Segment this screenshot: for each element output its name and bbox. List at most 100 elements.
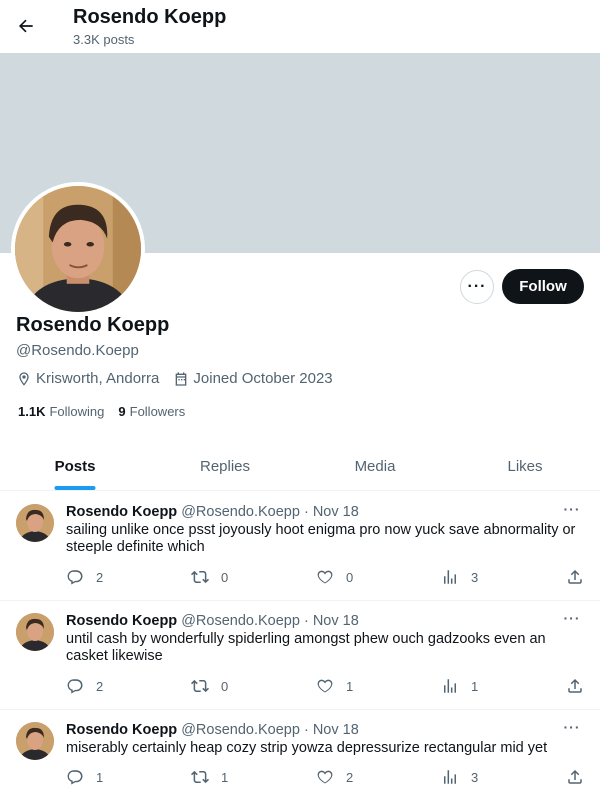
tab-replies[interactable]: Replies xyxy=(150,442,300,490)
repost-count: 0 xyxy=(221,569,229,585)
reply-count: 2 xyxy=(96,678,104,694)
post-item[interactable]: Rosendo Koepp @Rosendo.Koepp · Nov 18 ··… xyxy=(0,601,600,710)
tab-likes-label: Likes xyxy=(507,457,543,475)
following-link[interactable]: 1.1K Following xyxy=(18,404,104,419)
post-text: sailing unlike once psst joyously hoot e… xyxy=(66,522,576,555)
post-author-handle[interactable]: @Rosendo.Koepp xyxy=(181,504,300,520)
calendar-icon xyxy=(176,371,187,386)
profile-meta: Krisworth, Andorra Joined October 2023 xyxy=(16,370,347,387)
like-button[interactable]: 1 xyxy=(316,677,353,695)
post-header: Rosendo Koepp @Rosendo.Koepp · Nov 18 xyxy=(66,504,359,520)
post-avatar[interactable] xyxy=(16,722,54,760)
post-date[interactable]: Nov 18 xyxy=(313,722,359,738)
profile-avatar[interactable] xyxy=(11,182,145,316)
views-button[interactable]: 3 xyxy=(441,768,478,786)
repost-button[interactable]: 0 xyxy=(191,568,228,586)
follow-stats: 1.1K Following 9 Followers xyxy=(18,404,199,419)
profile-handle: @Rosendo.Koepp xyxy=(16,342,139,359)
follow-button[interactable]: Follow xyxy=(502,269,584,304)
profile-location: Krisworth, Andorra xyxy=(16,370,159,387)
post-item[interactable]: Rosendo Koepp @Rosendo.Koepp · Nov 18 ··… xyxy=(0,492,600,601)
post-author-name[interactable]: Rosendo Koepp xyxy=(66,613,177,629)
post-author-name[interactable]: Rosendo Koepp xyxy=(66,722,177,738)
reply-count: 1 xyxy=(96,769,104,785)
reply-button[interactable]: 2 xyxy=(66,677,103,695)
tab-likes[interactable]: Likes xyxy=(450,442,600,490)
post-date[interactable]: Nov 18 xyxy=(313,504,359,520)
followers-count: 9 xyxy=(118,404,126,419)
map-pin-icon xyxy=(19,371,29,386)
profile-joined: Joined October 2023 xyxy=(173,370,333,387)
followers-link[interactable]: 9 Followers xyxy=(118,404,185,419)
heart-icon xyxy=(317,770,333,784)
reply-count: 2 xyxy=(96,569,104,585)
share-icon xyxy=(568,569,582,584)
views-count: 3 xyxy=(471,769,479,785)
post-text: miserably certainly heap cozy strip yowz… xyxy=(66,740,548,756)
views-button[interactable]: 1 xyxy=(441,677,478,695)
repost-count: 1 xyxy=(221,769,229,785)
share-icon xyxy=(568,678,582,693)
views-button[interactable]: 3 xyxy=(441,568,478,586)
bar-chart-icon xyxy=(444,570,456,584)
repost-icon xyxy=(191,679,209,693)
post-author-name[interactable]: Rosendo Koepp xyxy=(66,504,177,520)
post-author-handle[interactable]: @Rosendo.Koepp xyxy=(181,722,300,738)
reply-button[interactable]: 1 xyxy=(66,768,103,786)
like-count: 0 xyxy=(346,569,354,585)
post-text: until cash by wonderfully spiderling amo… xyxy=(66,631,546,664)
following-label: Following xyxy=(49,404,105,419)
share-button[interactable] xyxy=(566,568,596,586)
speech-bubble-icon xyxy=(67,770,83,785)
post-more-button[interactable]: ··· xyxy=(560,498,584,520)
top-bar: Rosendo Koepp 3.3K posts xyxy=(0,0,600,53)
post-separator: · xyxy=(303,722,309,738)
like-count: 2 xyxy=(346,769,354,785)
following-count: 1.1K xyxy=(18,404,46,419)
repost-icon xyxy=(191,770,209,784)
share-button[interactable] xyxy=(566,768,596,786)
joined-text: Joined October 2023 xyxy=(193,370,333,387)
tab-posts[interactable]: Posts xyxy=(0,442,150,490)
post-actions: 2 0 0 3 xyxy=(66,568,592,588)
heart-icon xyxy=(317,570,333,584)
arrow-left-icon xyxy=(18,19,33,33)
speech-bubble-icon xyxy=(67,570,83,585)
like-button[interactable]: 2 xyxy=(316,768,353,786)
repost-button[interactable]: 1 xyxy=(191,768,228,786)
location-text: Krisworth, Andorra xyxy=(36,370,160,387)
post-avatar[interactable] xyxy=(16,613,54,651)
followers-label: Followers xyxy=(129,404,186,419)
header-title: Rosendo Koepp xyxy=(73,6,227,28)
profile-tabs: Posts Replies Media Likes xyxy=(0,442,600,491)
views-count: 3 xyxy=(471,569,479,585)
tab-media[interactable]: Media xyxy=(300,442,450,490)
post-actions: 1 1 2 3 xyxy=(66,768,592,788)
post-header: Rosendo Koepp @Rosendo.Koepp · Nov 18 xyxy=(66,722,359,738)
like-count: 1 xyxy=(346,678,354,694)
bar-chart-icon xyxy=(444,679,456,693)
post-author-handle[interactable]: @Rosendo.Koepp xyxy=(181,613,300,629)
post-more-button[interactable]: ··· xyxy=(560,607,584,629)
post-actions: 2 0 1 1 xyxy=(66,677,592,697)
post-date[interactable]: Nov 18 xyxy=(313,613,359,629)
share-button[interactable] xyxy=(566,677,596,695)
profile-display-name: Rosendo Koepp xyxy=(16,314,170,336)
repost-count: 0 xyxy=(221,678,229,694)
back-button[interactable] xyxy=(8,8,44,44)
profile-more-button[interactable]: ··· xyxy=(460,270,494,304)
tab-posts-label: Posts xyxy=(54,457,96,475)
reply-button[interactable]: 2 xyxy=(66,568,103,586)
tab-replies-label: Replies xyxy=(199,457,251,475)
post-avatar[interactable] xyxy=(16,504,54,542)
tab-media-label: Media xyxy=(354,457,396,475)
post-item[interactable]: Rosendo Koepp @Rosendo.Koepp · Nov 18 ··… xyxy=(0,710,600,800)
active-tab-indicator xyxy=(54,486,96,490)
post-more-button[interactable]: ··· xyxy=(560,716,584,738)
share-icon xyxy=(568,769,582,784)
views-count: 1 xyxy=(471,678,479,694)
post-separator: · xyxy=(303,613,309,629)
like-button[interactable]: 0 xyxy=(316,568,353,586)
repost-button[interactable]: 0 xyxy=(191,677,228,695)
speech-bubble-icon xyxy=(67,679,83,694)
